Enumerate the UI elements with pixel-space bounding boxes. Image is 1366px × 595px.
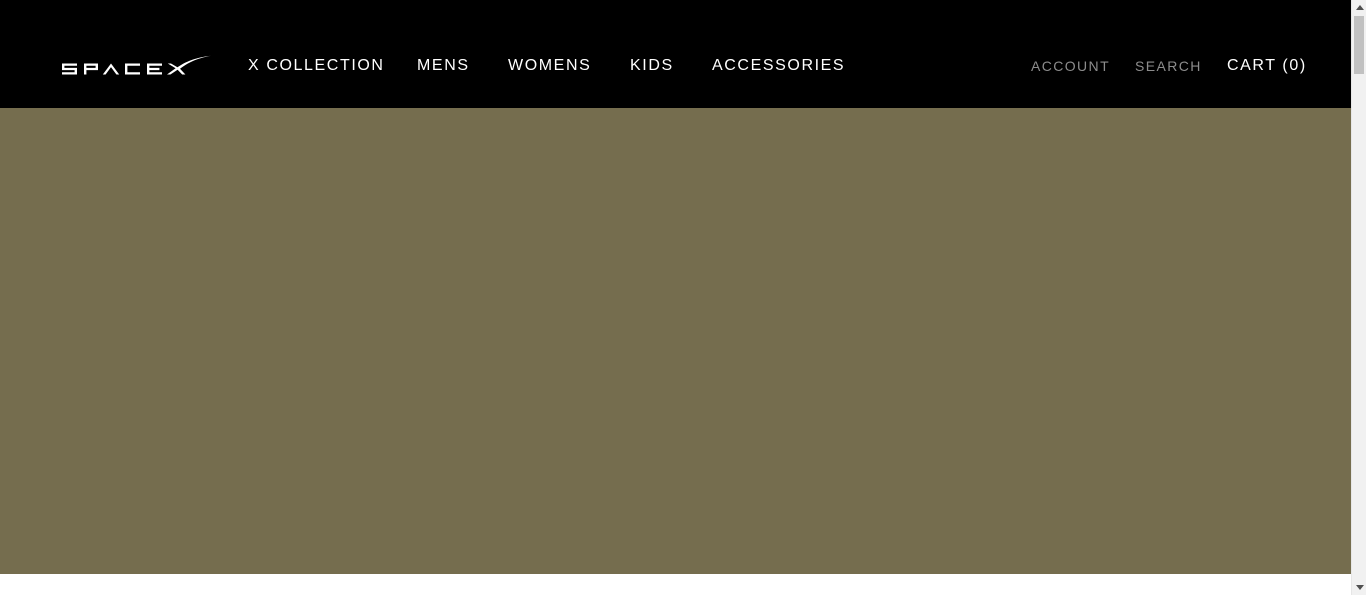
cart-link[interactable]: CART (0) (1227, 56, 1307, 74)
nav-item-mens[interactable]: MENS (417, 56, 470, 76)
scroll-thumb[interactable] (1354, 16, 1364, 74)
chevron-up-icon (1355, 5, 1364, 10)
scroll-down-button[interactable] (1352, 580, 1366, 595)
page-viewport: X COLLECTION MENS WOMENS KIDS ACCESSORIE… (0, 0, 1351, 595)
page-scrollbar[interactable] (1351, 0, 1366, 595)
search-link[interactable]: SEARCH (1135, 57, 1202, 75)
account-link[interactable]: ACCOUNT (1031, 57, 1110, 75)
chevron-down-icon (1355, 585, 1364, 590)
spacex-logo[interactable] (61, 55, 211, 77)
hero-banner (0, 108, 1351, 574)
nav-item-womens[interactable]: WOMENS (508, 56, 591, 76)
nav-item-accessories[interactable]: ACCESSORIES (712, 56, 845, 76)
nav-item-kids[interactable]: KIDS (630, 56, 674, 76)
spacex-logo-icon (62, 55, 211, 75)
site-header: X COLLECTION MENS WOMENS KIDS ACCESSORIE… (0, 0, 1351, 108)
nav-item-x-collection[interactable]: X COLLECTION (248, 56, 385, 76)
scroll-up-button[interactable] (1352, 0, 1366, 15)
